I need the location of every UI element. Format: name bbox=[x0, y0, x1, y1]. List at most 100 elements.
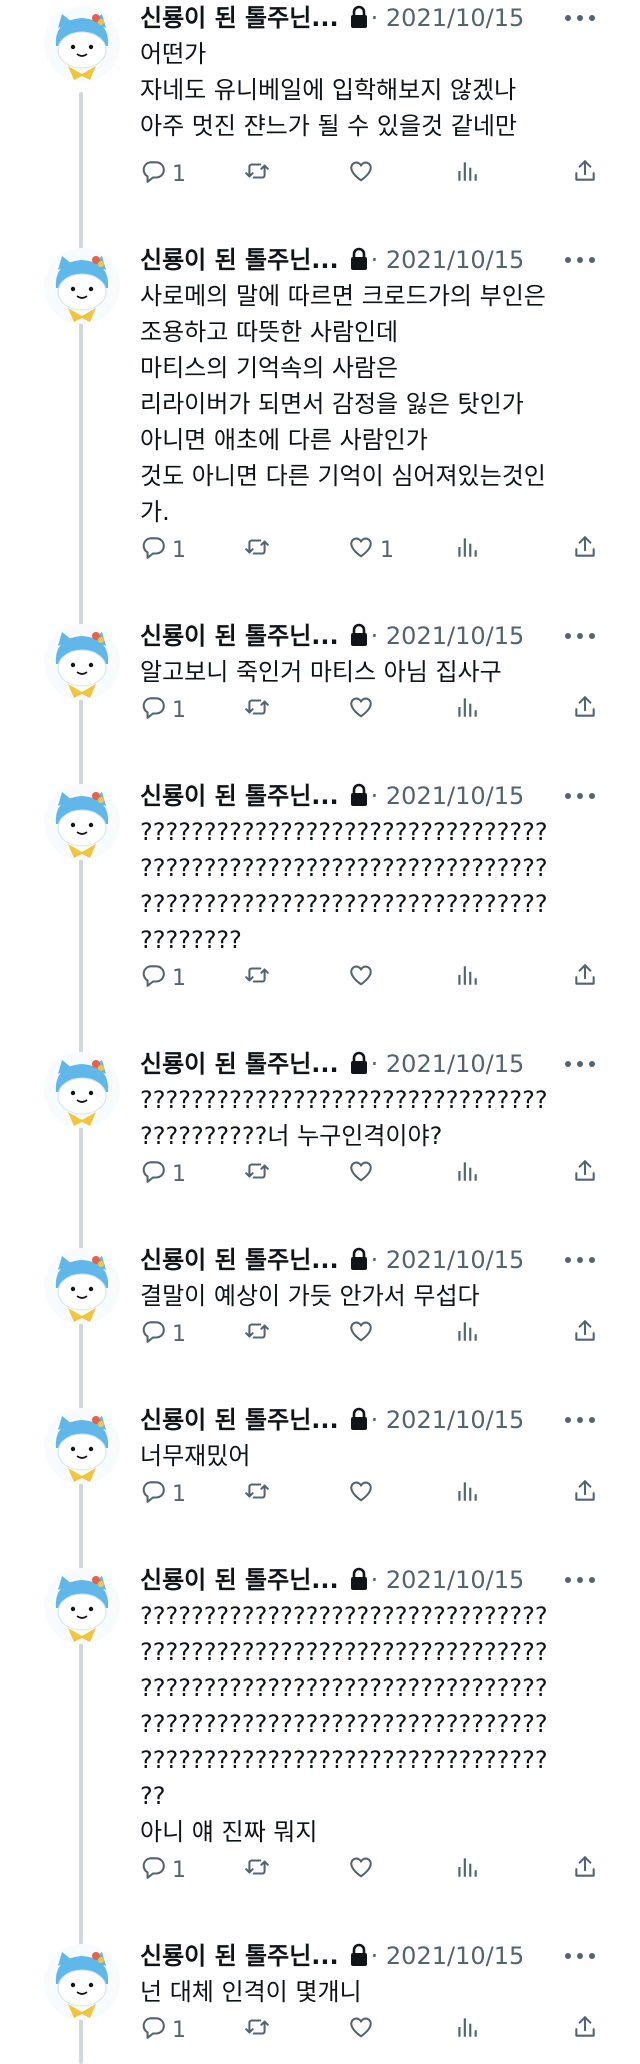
tweet-header: 신룡이 된 톨주닌... · 2021/10/15 bbox=[140, 1402, 600, 1438]
share-button[interactable] bbox=[572, 1476, 598, 1512]
share-button[interactable] bbox=[572, 1156, 598, 1192]
reply-button[interactable]: 1 bbox=[140, 156, 186, 192]
author-name[interactable]: 신룡이 된 톨주닌... bbox=[140, 782, 339, 810]
author-name[interactable]: 신룡이 된 톨주닌... bbox=[140, 1566, 339, 1594]
more-icon[interactable] bbox=[560, 780, 600, 812]
replies-count: 1 bbox=[172, 2017, 186, 2043]
reply-button[interactable]: 1 bbox=[140, 960, 186, 996]
author-name[interactable]: 신룡이 된 톨주닌... bbox=[140, 4, 339, 32]
tweet[interactable]: 신룡이 된 톨주닌... · 2021/10/15????????????????… bbox=[0, 1046, 640, 1192]
tweet-date[interactable]: 2021/10/15 bbox=[386, 246, 524, 274]
share-button[interactable] bbox=[572, 1316, 598, 1352]
separator: · bbox=[370, 246, 379, 274]
author-name[interactable]: 신룡이 된 톨주닌... bbox=[140, 1406, 339, 1434]
avatar[interactable] bbox=[44, 1944, 120, 2020]
tweet-date[interactable]: 2021/10/15 bbox=[386, 622, 524, 650]
tweet[interactable]: 신룡이 된 톨주닌... · 2021/10/15 너무재밌어 1 bbox=[0, 1402, 640, 1512]
reply-button[interactable]: 1 bbox=[140, 1476, 186, 1512]
views-button[interactable] bbox=[454, 2012, 480, 2048]
like-button[interactable] bbox=[348, 960, 380, 996]
tweet-date[interactable]: 2021/10/15 bbox=[386, 4, 524, 32]
avatar[interactable] bbox=[44, 624, 120, 700]
more-icon[interactable] bbox=[560, 244, 600, 276]
author-name[interactable]: 신룡이 된 톨주닌... bbox=[140, 1942, 339, 1970]
tweet-date[interactable]: 2021/10/15 bbox=[386, 782, 524, 810]
tweet[interactable]: 신룡이 된 톨주닌... · 2021/10/15????????????????… bbox=[0, 1562, 640, 1888]
like-button[interactable] bbox=[348, 2012, 380, 2048]
tweet[interactable]: 신룡이 된 톨주닌... · 2021/10/15 넌 대체 인격이 몇개니 1 bbox=[0, 1938, 640, 2048]
more-icon[interactable] bbox=[560, 1564, 600, 1596]
like-button[interactable] bbox=[348, 156, 380, 192]
more-icon[interactable] bbox=[560, 1048, 600, 1080]
tweet-date[interactable]: 2021/10/15 bbox=[386, 1942, 524, 1970]
reply-button[interactable]: 1 bbox=[140, 1852, 186, 1888]
views-button[interactable] bbox=[454, 532, 480, 568]
views-icon bbox=[454, 694, 480, 726]
views-button[interactable] bbox=[454, 692, 480, 728]
tweet[interactable]: 신룡이 된 톨주닌... · 2021/10/15 어떤가 자네도 유니베일에 입학… bbox=[0, 0, 640, 192]
avatar[interactable] bbox=[44, 784, 120, 860]
retweet-button[interactable] bbox=[244, 2012, 276, 2048]
retweet-button[interactable] bbox=[244, 532, 276, 568]
retweet-button[interactable] bbox=[244, 156, 276, 192]
share-button[interactable] bbox=[572, 1852, 598, 1888]
views-button[interactable] bbox=[454, 1476, 480, 1512]
tweet[interactable]: 신룡이 된 톨주닌... · 2021/10/15????????????????… bbox=[0, 778, 640, 996]
reply-button[interactable]: 1 bbox=[140, 1316, 186, 1352]
author-name[interactable]: 신룡이 된 톨주닌... bbox=[140, 622, 339, 650]
tweet-text: 어떤가 자네도 유니베일에 입학해보지 않겠나 아주 멋진 쟌느가 될 수 있을… bbox=[140, 40, 517, 140]
share-button[interactable] bbox=[572, 960, 598, 996]
more-icon[interactable] bbox=[560, 2, 600, 34]
avatar[interactable] bbox=[44, 248, 120, 324]
share-button[interactable] bbox=[572, 692, 598, 728]
retweet-button[interactable] bbox=[244, 1476, 276, 1512]
share-button[interactable] bbox=[572, 532, 598, 568]
tweet-text: ???????????????????????????????? ???????… bbox=[140, 1602, 548, 1846]
views-button[interactable] bbox=[454, 156, 480, 192]
tweet[interactable]: 신룡이 된 톨주닌... · 2021/10/15 사로메의 말에 따르면 크로드가… bbox=[0, 242, 640, 568]
retweet-icon bbox=[244, 1158, 270, 1190]
views-button[interactable] bbox=[454, 960, 480, 996]
lock-icon bbox=[349, 3, 369, 28]
tweet[interactable]: 신룡이 된 톨주닌... · 2021/10/15 알고보니 죽인거 마티스 아님 … bbox=[0, 618, 640, 728]
retweet-button[interactable] bbox=[244, 1156, 276, 1192]
tweet-date[interactable]: 2021/10/15 bbox=[386, 1050, 524, 1078]
more-icon[interactable] bbox=[560, 620, 600, 652]
avatar[interactable] bbox=[44, 1052, 120, 1128]
tweet[interactable]: 신룡이 된 톨주닌... · 2021/10/15 결말이 예상이 가듯 안가서 무… bbox=[0, 1242, 640, 1352]
share-button[interactable] bbox=[572, 2012, 598, 2048]
reply-icon bbox=[140, 962, 166, 994]
like-button[interactable] bbox=[348, 692, 380, 728]
tweet-date[interactable]: 2021/10/15 bbox=[386, 1406, 524, 1434]
reply-icon bbox=[140, 1318, 166, 1350]
views-button[interactable] bbox=[454, 1316, 480, 1352]
avatar[interactable] bbox=[44, 1568, 120, 1644]
like-button[interactable] bbox=[348, 1316, 380, 1352]
share-button[interactable] bbox=[572, 156, 598, 192]
like-button[interactable]: 1 bbox=[348, 532, 394, 568]
like-button[interactable] bbox=[348, 1476, 380, 1512]
author-name[interactable]: 신룡이 된 톨주닌... bbox=[140, 1246, 339, 1274]
author-name[interactable]: 신룡이 된 톨주닌... bbox=[140, 246, 339, 274]
reply-button[interactable]: 1 bbox=[140, 1156, 186, 1192]
avatar[interactable] bbox=[44, 1248, 120, 1324]
retweet-button[interactable] bbox=[244, 960, 276, 996]
tweet-date[interactable]: 2021/10/15 bbox=[386, 1246, 524, 1274]
more-icon[interactable] bbox=[560, 1404, 600, 1436]
author-name[interactable]: 신룡이 된 톨주닌... bbox=[140, 1050, 339, 1078]
more-icon[interactable] bbox=[560, 1244, 600, 1276]
like-button[interactable] bbox=[348, 1156, 380, 1192]
tweet-date[interactable]: 2021/10/15 bbox=[386, 1566, 524, 1594]
avatar[interactable] bbox=[44, 6, 120, 82]
views-button[interactable] bbox=[454, 1156, 480, 1192]
reply-button[interactable]: 1 bbox=[140, 692, 186, 728]
retweet-button[interactable] bbox=[244, 692, 276, 728]
more-icon[interactable] bbox=[560, 1940, 600, 1972]
retweet-button[interactable] bbox=[244, 1852, 276, 1888]
retweet-button[interactable] bbox=[244, 1316, 276, 1352]
avatar[interactable] bbox=[44, 1408, 120, 1484]
views-button[interactable] bbox=[454, 1852, 480, 1888]
like-button[interactable] bbox=[348, 1852, 380, 1888]
reply-button[interactable]: 1 bbox=[140, 532, 186, 568]
reply-button[interactable]: 1 bbox=[140, 2012, 186, 2048]
